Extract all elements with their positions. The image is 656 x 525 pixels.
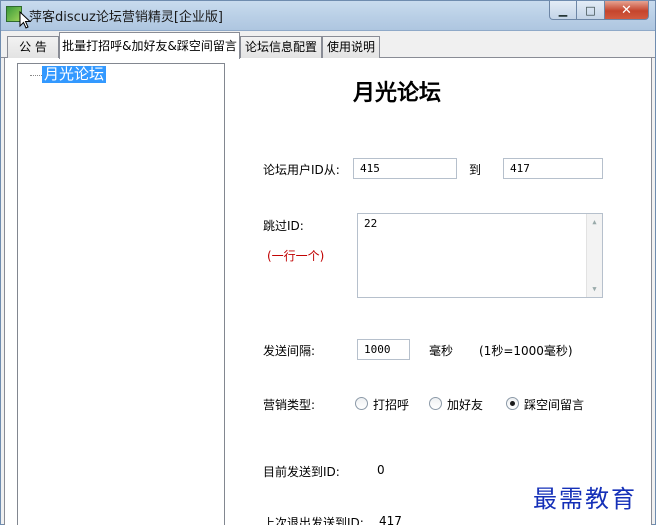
interval-label: 发送间隔: [263, 344, 316, 358]
current-sent-label: 目前发送到ID: [263, 465, 340, 479]
last-exit-label: 上次退出发送到ID: [263, 516, 364, 525]
tab-announcement[interactable]: 公 告 [7, 36, 59, 58]
skip-id-label: 跳过ID: [263, 219, 304, 233]
scroll-up-icon[interactable]: ▲ [587, 214, 602, 230]
app-window: 萍客discuz论坛营销精灵[企业版] ▁ □ ✕ 公 告 批量打招呼&加好友&… [0, 0, 656, 525]
interval-unit: 毫秒 [429, 344, 454, 358]
radio-add-friend-label[interactable]: 加好友 [447, 396, 483, 413]
current-sent-value: 0 [377, 463, 385, 477]
skip-id-value: 22 [364, 217, 378, 230]
radio-space-message-label[interactable]: 踩空间留言 [524, 396, 584, 413]
radio-greet-label[interactable]: 打招呼 [373, 396, 409, 413]
last-exit-value: 417 [379, 514, 402, 525]
tab-strip: 公 告 批量打招呼&加好友&踩空间留言 论坛信息配置 使用说明 [1, 32, 655, 59]
skip-id-textarea[interactable]: 22 ▲ ▼ [357, 213, 603, 298]
user-id-from-input[interactable]: 415 [353, 158, 457, 179]
window-controls: ▁ □ ✕ [549, 1, 649, 20]
user-id-from-label: 论坛用户ID从: [263, 163, 340, 177]
tree-node-forum[interactable]: 月光论坛 [42, 66, 107, 83]
radio-space-message[interactable] [506, 397, 519, 410]
user-id-to-input[interactable]: 417 [503, 158, 603, 179]
tab-forum-config[interactable]: 论坛信息配置 [240, 36, 322, 58]
panel-title: 月光论坛 [353, 81, 442, 106]
watermark: 最需教育 [533, 485, 637, 513]
tab-batch-greet[interactable]: 批量打招呼&加好友&踩空间留言 [59, 32, 240, 59]
forum-tree[interactable]: 月光论坛 [17, 63, 225, 525]
tree-connector [30, 75, 42, 76]
tab-instructions[interactable]: 使用说明 [322, 36, 380, 58]
title-bar[interactable]: 萍客discuz论坛营销精灵[企业版] ▁ □ ✕ [1, 1, 655, 31]
scroll-down-icon[interactable]: ▼ [587, 281, 602, 297]
close-button[interactable]: ✕ [605, 1, 649, 20]
interval-note: (1秒=1000毫秒) [479, 344, 573, 358]
radio-greet[interactable] [355, 397, 368, 410]
radio-add-friend[interactable] [429, 397, 442, 410]
user-id-to-label: 到 [469, 163, 482, 177]
skip-id-scrollbar[interactable]: ▲ ▼ [586, 214, 602, 297]
skip-id-hint: (一行一个) [267, 249, 325, 263]
window-title: 萍客discuz论坛营销精灵[企业版] [29, 10, 223, 25]
marketing-type-label: 营销类型: [263, 398, 316, 412]
minimize-button[interactable]: ▁ [549, 1, 577, 20]
interval-input[interactable]: 1000 [357, 339, 410, 360]
maximize-button[interactable]: □ [577, 1, 605, 20]
